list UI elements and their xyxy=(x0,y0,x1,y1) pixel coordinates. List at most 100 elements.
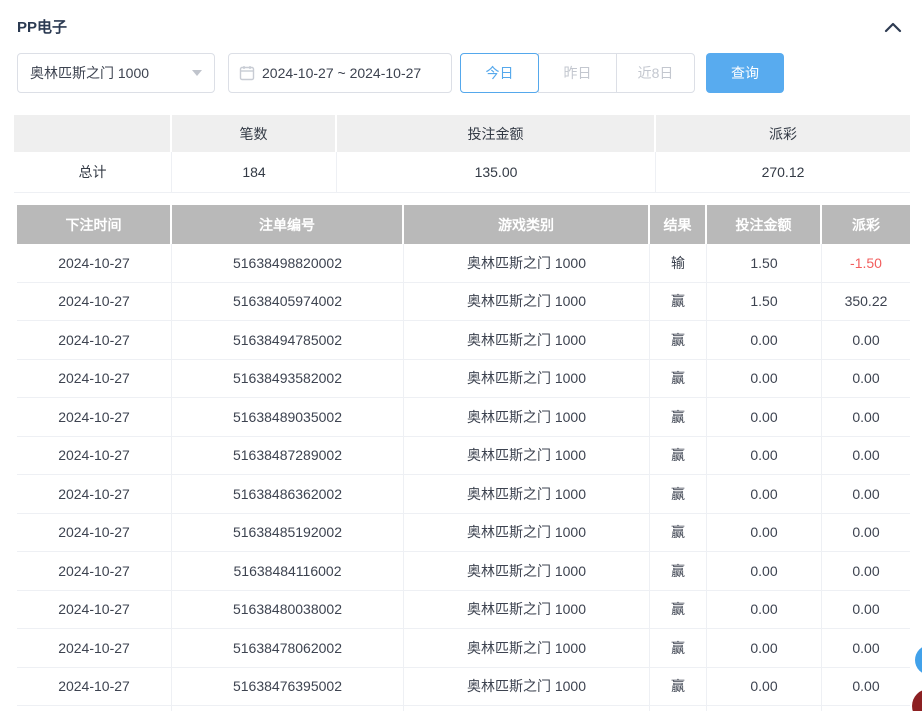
cell-bet-id: 51638494785002 xyxy=(172,321,404,360)
cell-payout: 0.00 xyxy=(822,321,910,360)
table-row: 2024-10-2751638405974002奥林匹斯之门 1000赢1.50… xyxy=(17,283,910,322)
quick-button-1[interactable]: 昨日 xyxy=(538,53,617,93)
table-row: 2024-10-2751638480038002奥林匹斯之门 1000赢0.00… xyxy=(17,591,910,630)
table-row: 2024-10-2751638489035002奥林匹斯之门 1000赢0.00… xyxy=(17,398,910,437)
filter-bar: 奥林匹斯之门 1000 2024-10-27 ~ 2024-10-27 今日昨日… xyxy=(17,53,922,93)
summary-header-blank xyxy=(14,115,172,152)
empty-cell xyxy=(17,706,172,711)
empty-cell xyxy=(707,706,822,711)
cell-game-category: 奥林匹斯之门 1000 xyxy=(404,591,650,630)
summary-header-count: 笔数 xyxy=(172,115,337,152)
game-select-value: 奥林匹斯之门 1000 xyxy=(30,63,149,83)
cell-result: 赢 xyxy=(650,475,707,514)
cell-bet-id: 51638405974002 xyxy=(172,283,404,322)
cell-bet-time: 2024-10-27 xyxy=(17,360,172,399)
panel-header: PP电子 xyxy=(0,0,922,37)
cell-bet-id: 51638484116002 xyxy=(172,552,404,591)
collapse-panel-button[interactable] xyxy=(883,20,903,34)
floating-service-button[interactable] xyxy=(915,645,922,675)
table-row: 2024-10-2751638487289002奥林匹斯之门 1000赢0.00… xyxy=(17,437,910,476)
quick-date-button-group: 今日昨日近8日 xyxy=(460,53,695,93)
cell-bet-time: 2024-10-27 xyxy=(17,244,172,283)
cell-payout: 0.00 xyxy=(822,591,910,630)
header-bet-amount: 投注金额 xyxy=(707,205,822,244)
cell-bet-time: 2024-10-27 xyxy=(17,437,172,476)
header-bet-time: 下注时间 xyxy=(17,205,172,244)
cell-bet-id: 51638498820002 xyxy=(172,244,404,283)
cell-bet-time: 2024-10-27 xyxy=(17,668,172,707)
cell-bet-amount: 0.00 xyxy=(707,475,822,514)
cell-payout: 0.00 xyxy=(822,668,910,707)
cell-result: 赢 xyxy=(650,360,707,399)
empty-cell xyxy=(404,706,650,711)
quick-button-2[interactable]: 近8日 xyxy=(616,53,695,93)
bet-table-header-row: 下注时间 注单编号 游戏类别 结果 投注金额 派彩 xyxy=(17,205,910,244)
summary-header-row: 笔数 投注金额 派彩 xyxy=(14,115,910,152)
summary-total-row: 总计 184 135.00 270.12 xyxy=(14,152,910,193)
table-row: 2024-10-2751638478062002奥林匹斯之门 1000赢0.00… xyxy=(17,629,910,668)
cell-result: 赢 xyxy=(650,321,707,360)
cell-result: 赢 xyxy=(650,552,707,591)
cell-game-category: 奥林匹斯之门 1000 xyxy=(404,283,650,322)
cell-game-category: 奥林匹斯之门 1000 xyxy=(404,552,650,591)
table-row: 2024-10-2751638484116002奥林匹斯之门 1000赢0.00… xyxy=(17,552,910,591)
cell-game-category: 奥林匹斯之门 1000 xyxy=(404,437,650,476)
cell-game-category: 奥林匹斯之门 1000 xyxy=(404,629,650,668)
cell-payout: 0.00 xyxy=(822,437,910,476)
header-payout: 派彩 xyxy=(822,205,910,244)
cell-bet-time: 2024-10-27 xyxy=(17,283,172,322)
page-title: PP电子 xyxy=(17,16,67,37)
header-game-category: 游戏类别 xyxy=(404,205,650,244)
cell-result: 赢 xyxy=(650,668,707,707)
search-button[interactable]: 查询 xyxy=(706,53,784,93)
floating-promo-button[interactable] xyxy=(912,689,922,711)
cell-bet-id: 51638486362002 xyxy=(172,475,404,514)
summary-header-payout: 派彩 xyxy=(656,115,910,152)
cell-payout: 350.22 xyxy=(822,283,910,322)
cell-bet-time: 2024-10-27 xyxy=(17,398,172,437)
cell-result: 赢 xyxy=(650,437,707,476)
cell-result: 赢 xyxy=(650,629,707,668)
cell-payout: 0.00 xyxy=(822,514,910,553)
cell-bet-time: 2024-10-27 xyxy=(17,591,172,630)
cell-result: 赢 xyxy=(650,398,707,437)
cell-result: 赢 xyxy=(650,591,707,630)
cell-bet-id: 51638478062002 xyxy=(172,629,404,668)
cell-payout: 0.00 xyxy=(822,398,910,437)
cell-bet-amount: 0.00 xyxy=(707,437,822,476)
cell-game-category: 奥林匹斯之门 1000 xyxy=(404,398,650,437)
cell-game-category: 奥林匹斯之门 1000 xyxy=(404,668,650,707)
cell-bet-id: 51638487289002 xyxy=(172,437,404,476)
summary-table: 笔数 投注金额 派彩 总计 184 135.00 270.12 xyxy=(14,115,910,193)
date-range-picker[interactable]: 2024-10-27 ~ 2024-10-27 xyxy=(228,53,452,93)
cell-game-category: 奥林匹斯之门 1000 xyxy=(404,514,650,553)
header-result: 结果 xyxy=(650,205,707,244)
cell-game-category: 奥林匹斯之门 1000 xyxy=(404,475,650,514)
cell-game-category: 奥林匹斯之门 1000 xyxy=(404,321,650,360)
empty-cell xyxy=(822,706,910,711)
game-select[interactable]: 奥林匹斯之门 1000 xyxy=(17,53,215,93)
cell-bet-amount: 0.00 xyxy=(707,360,822,399)
cell-payout: 0.00 xyxy=(822,629,910,668)
bet-table-body: 2024-10-2751638498820002奥林匹斯之门 1000输1.50… xyxy=(17,244,910,711)
cell-bet-amount: 0.00 xyxy=(707,629,822,668)
quick-button-0[interactable]: 今日 xyxy=(460,53,539,93)
cell-bet-amount: 0.00 xyxy=(707,591,822,630)
cell-bet-amount: 1.50 xyxy=(707,283,822,322)
cell-result: 赢 xyxy=(650,514,707,553)
table-row: 2024-10-2751638494785002奥林匹斯之门 1000赢0.00… xyxy=(17,321,910,360)
cell-game-category: 奥林匹斯之门 1000 xyxy=(404,360,650,399)
cell-bet-amount: 0.00 xyxy=(707,552,822,591)
bet-records-table: 下注时间 注单编号 游戏类别 结果 投注金额 派彩 2024-10-275163… xyxy=(17,205,910,711)
summary-total-label: 总计 xyxy=(14,152,172,193)
cell-payout: 0.00 xyxy=(822,475,910,514)
cell-bet-amount: 0.00 xyxy=(707,514,822,553)
cell-payout: 0.00 xyxy=(822,552,910,591)
cell-bet-amount: 1.50 xyxy=(707,244,822,283)
summary-total-bet-amount: 135.00 xyxy=(337,152,656,193)
table-row: 2024-10-2751638476395002奥林匹斯之门 1000赢0.00… xyxy=(17,668,910,707)
summary-header-bet-amount: 投注金额 xyxy=(337,115,656,152)
empty-cell xyxy=(172,706,404,711)
table-row: 2024-10-2751638498820002奥林匹斯之门 1000输1.50… xyxy=(17,244,910,283)
cell-result: 输 xyxy=(650,244,707,283)
